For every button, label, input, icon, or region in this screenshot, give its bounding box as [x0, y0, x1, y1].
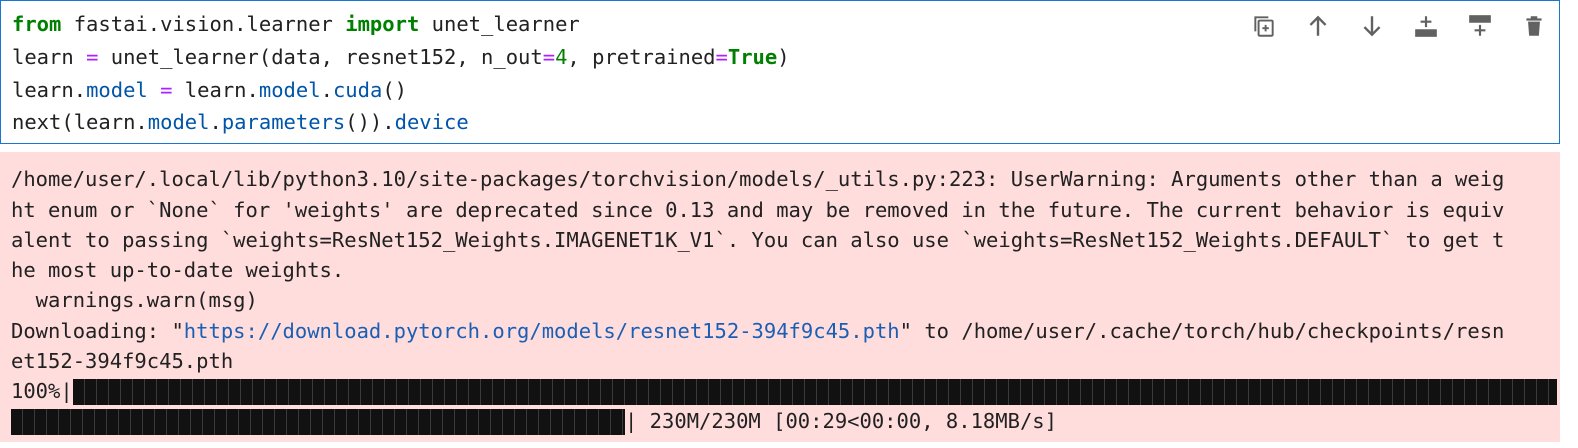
insert-cell-below-button[interactable] [1407, 11, 1445, 41]
download-prefix: Downloading: " [11, 319, 184, 343]
progress-stats: 230M/230M [00:29<00:00, 8.18MB/s] [637, 409, 1057, 433]
attribute: parameters [221, 110, 346, 134]
code-text: () [382, 78, 407, 102]
code-text: . [209, 110, 222, 134]
move-up-icon [1309, 15, 1327, 36]
download-line: Downloading: "https://download.pytorch.o… [11, 316, 1559, 346]
code-line-1: from fastai.vision.learner import unet_l… [12, 9, 580, 39]
progress-separator: | [625, 409, 638, 433]
code-text: learn. [172, 78, 259, 102]
delete-icon [1526, 16, 1542, 36]
code-text: learn. [12, 78, 87, 102]
code-line-2: learn = unet_learner(data, resnet152, n_… [12, 42, 790, 72]
progress-bar-segment-1 [72, 379, 1557, 405]
cell-output-stderr: /home/user/.local/lib/python3.10/site-pa… [0, 152, 1560, 442]
code-text: . [320, 78, 333, 102]
warning-line-5: warnings.warn(msg) [11, 288, 258, 312]
download-line-continued: et152-394f9c45.pth [11, 349, 234, 373]
code-line-4: next(learn.model.parameters()).device [12, 107, 469, 137]
insert-below-icon [1415, 16, 1437, 37]
keyword: from [12, 12, 62, 36]
move-down-button[interactable] [1353, 11, 1391, 41]
operator: = [542, 45, 556, 69]
warning-line-4: he most up-to-date weights. [11, 258, 345, 282]
download-suffix: " to /home/user/.cache/torch/hub/checkpo… [899, 319, 1505, 343]
attribute: model [147, 110, 210, 134]
duplicate-icon [1254, 16, 1274, 37]
attribute: model [258, 78, 321, 102]
warning-line-2: ht enum or `None` for 'weights' are depr… [11, 198, 1505, 222]
code-text: next(learn. [12, 110, 148, 134]
attribute: device [394, 110, 469, 134]
operator: = [715, 45, 728, 69]
move-up-button[interactable] [1299, 11, 1337, 41]
insert-above-icon [1469, 15, 1491, 36]
number: 4 [555, 45, 568, 69]
code-text: learn [12, 45, 87, 69]
keyword: True [727, 45, 778, 69]
code-text: fastai.vision.learner [61, 12, 346, 36]
progress-percent: 100%| [11, 379, 73, 403]
attribute: model [86, 78, 148, 102]
insert-cell-above-button[interactable] [1461, 11, 1499, 41]
progress-line-2: | 230M/230M [00:29<00:00, 8.18MB/s] [11, 406, 1559, 436]
code-text: , pretrained [567, 45, 716, 69]
warning-line-3: alent to passing `weights=ResNet152_Weig… [11, 228, 1505, 252]
warning-line-1: /home/user/.local/lib/python3.10/site-pa… [11, 167, 1505, 191]
operator: = [86, 45, 99, 69]
progress-bar-segment-2 [11, 409, 625, 435]
code-text: ) [777, 45, 790, 69]
duplicate-cell-button[interactable] [1245, 11, 1283, 41]
code-line-3: learn.model = learn.model.cuda() [12, 75, 407, 105]
progress-line-1: 100%| [11, 376, 1559, 406]
code-text: ()). [345, 110, 395, 134]
download-url-link[interactable]: https://download.pytorch.org/models/resn… [184, 319, 900, 343]
operator: = [160, 78, 173, 102]
move-down-icon [1363, 16, 1381, 37]
delete-cell-button[interactable] [1515, 11, 1553, 41]
code-text: unet_learner(data, resnet152, n_out [98, 45, 543, 69]
keyword: import [345, 12, 420, 36]
cell-toolbar [1245, 11, 1553, 41]
code-cell-input[interactable]: from fastai.vision.learner import unet_l… [0, 0, 1560, 144]
code-text: unet_learner [419, 12, 580, 36]
attribute: cuda [332, 78, 383, 102]
